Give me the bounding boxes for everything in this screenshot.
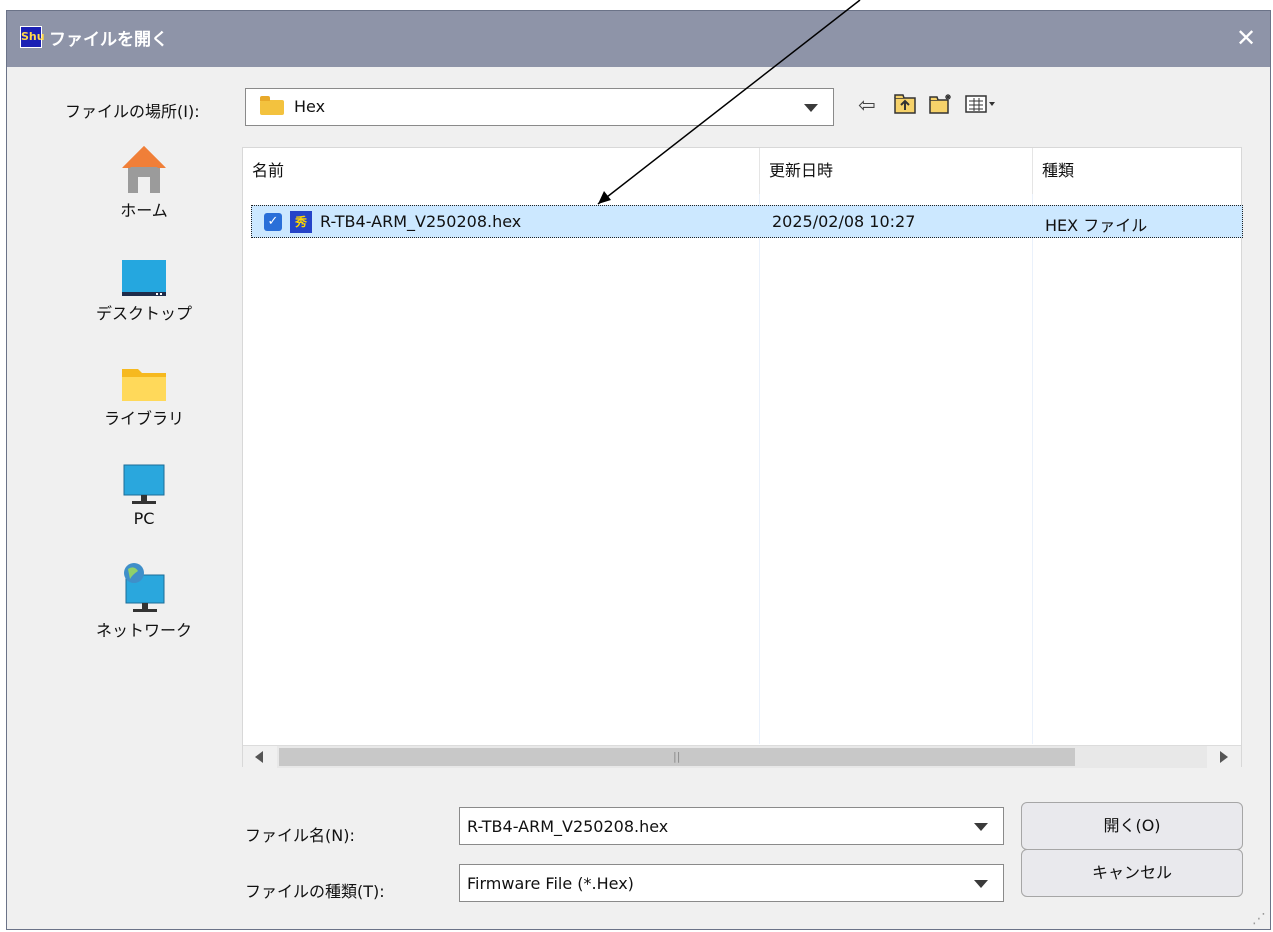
annotation-arrow [597,0,861,205]
